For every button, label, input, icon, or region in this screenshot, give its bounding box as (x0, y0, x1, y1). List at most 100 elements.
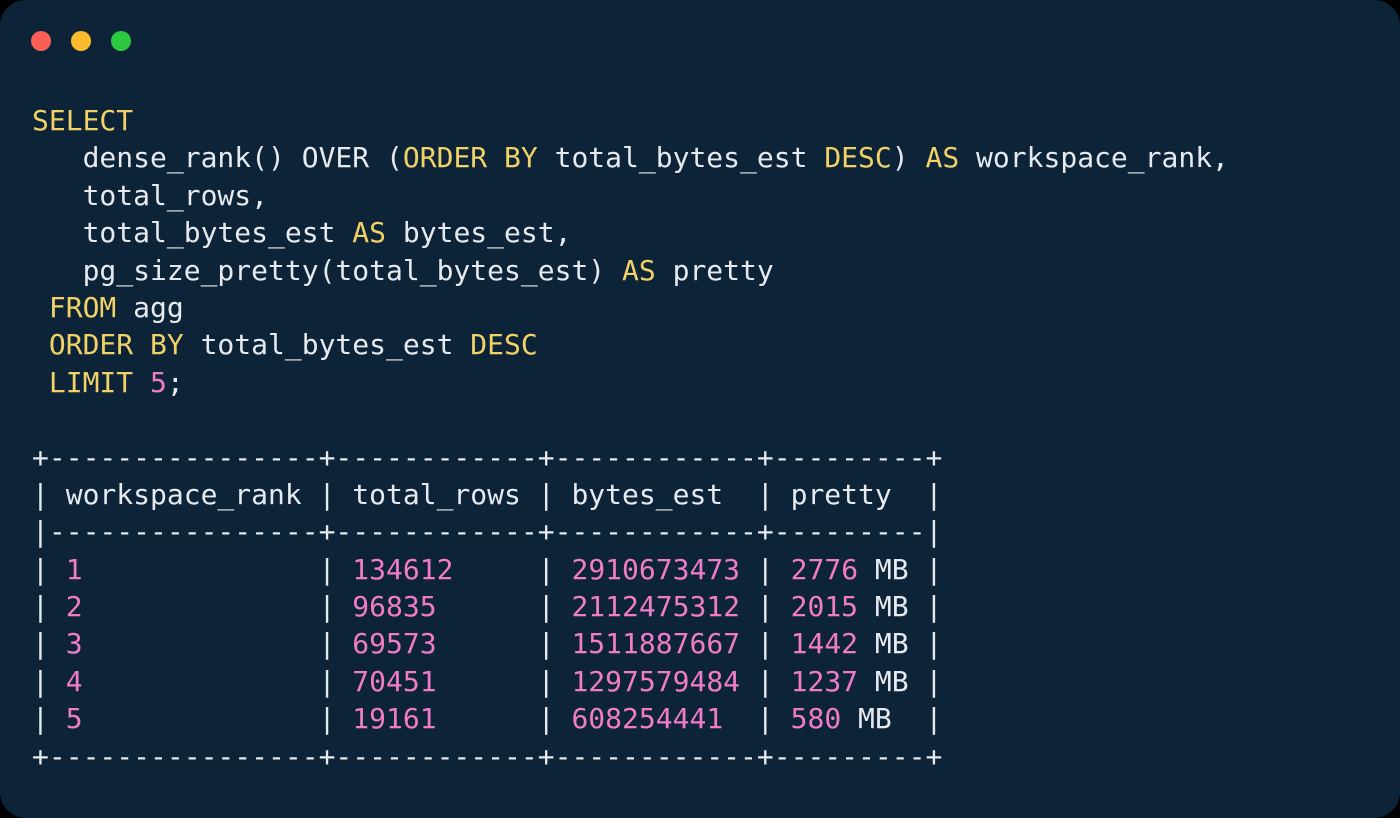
sql-line-limit: LIMIT 5; (32, 364, 1229, 401)
table-header-text: | workspace_rank | total_rows | bytes_es… (32, 478, 942, 511)
table-border-text: |----------------+------------+---------… (32, 515, 942, 548)
sql-text: dense_rank() OVER ( (32, 141, 403, 174)
table-border-text: +----------------+------------+---------… (32, 740, 942, 773)
table-top-border: +----------------+------------+---------… (32, 439, 1229, 476)
close-button[interactable] (31, 31, 51, 51)
sql-keyword: AS (622, 254, 656, 287)
table-cell-divider: | (740, 665, 791, 698)
table-cell-divider: | (740, 627, 791, 660)
sql-keyword: ORDER BY (403, 141, 538, 174)
sql-text: ) (892, 141, 926, 174)
pretty-value: 1442 (791, 627, 858, 660)
table-cell-divider: | (83, 702, 353, 735)
table-border-text: +----------------+------------+---------… (32, 441, 942, 474)
pretty-value: 1237 (791, 665, 858, 698)
sql-text: total_rows, (32, 179, 268, 212)
bytes-est-value: 1297579484 (571, 665, 740, 698)
table-separator: |----------------+------------+---------… (32, 513, 1229, 550)
bytes-est-value: 1511887667 (571, 627, 740, 660)
sql-line-select: SELECT (32, 102, 1229, 139)
sql-text (32, 328, 49, 361)
sql-line-pg-size-pretty: pg_size_pretty(total_bytes_est) AS prett… (32, 252, 1229, 289)
table-cell-divider: | (83, 665, 353, 698)
sql-text: pretty (656, 254, 774, 287)
table-cell-divider: | (32, 553, 66, 586)
zoom-button[interactable] (111, 31, 131, 51)
total-rows-value: 70451 (352, 665, 436, 698)
sql-text: pg_size_pretty(total_bytes_est) (32, 254, 622, 287)
terminal-window: SELECT dense_rank() OVER (ORDER BY total… (0, 0, 1400, 818)
sql-keyword: DESC (470, 328, 537, 361)
pretty-unit: MB | (858, 590, 942, 623)
sql-line-total-rows: total_rows, (32, 177, 1229, 214)
sql-text: agg (116, 291, 183, 324)
table-cell-divider: | (437, 627, 572, 660)
workspace-rank-value: 4 (66, 665, 83, 698)
total-rows-value: 134612 (352, 553, 453, 586)
table-cell-divider: | (437, 665, 572, 698)
table-header-row: | workspace_rank | total_rows | bytes_es… (32, 476, 1229, 513)
sql-keyword: DESC (824, 141, 891, 174)
pretty-unit: MB | (858, 665, 942, 698)
workspace-rank-value: 2 (66, 590, 83, 623)
table-cell-divider: | (723, 702, 790, 735)
sql-text: ; (167, 366, 184, 399)
sql-number: 5 (150, 366, 167, 399)
workspace-rank-value: 3 (66, 627, 83, 660)
table-row: | 5 | 19161 | 608254441 | 580 MB | (32, 700, 1229, 737)
table-cell-divider: | (32, 590, 66, 623)
total-rows-value: 69573 (352, 627, 436, 660)
sql-keyword: FROM (49, 291, 116, 324)
total-rows-value: 19161 (352, 702, 436, 735)
sql-text (133, 366, 150, 399)
table-cell-divider: | (32, 702, 66, 735)
sql-line-bytes-est: total_bytes_est AS bytes_est, (32, 214, 1229, 251)
sql-text: total_bytes_est (184, 328, 471, 361)
pretty-unit: MB | (858, 553, 942, 586)
window-controls (31, 31, 131, 51)
sql-keyword: AS (925, 141, 959, 174)
sql-text: bytes_est, (386, 216, 571, 249)
table-row: | 2 | 96835 | 2112475312 | 2015 MB | (32, 588, 1229, 625)
table-cell-divider: | (437, 590, 572, 623)
table-cell-divider: | (740, 553, 791, 586)
table-row: | 3 | 69573 | 1511887667 | 1442 MB | (32, 625, 1229, 662)
sql-line-dense-rank: dense_rank() OVER (ORDER BY total_bytes_… (32, 139, 1229, 176)
bytes-est-value: 2910673473 (571, 553, 740, 586)
table-bottom-border: +----------------+------------+---------… (32, 738, 1229, 775)
table-cell-divider: | (453, 553, 571, 586)
sql-text: total_bytes_est (538, 141, 825, 174)
sql-text: workspace_rank, (959, 141, 1229, 174)
workspace-rank-value: 5 (66, 702, 83, 735)
sql-keyword: SELECT (32, 104, 133, 137)
sql-keyword: AS (352, 216, 386, 249)
table-cell-divider: | (437, 702, 572, 735)
pretty-value: 2776 (791, 553, 858, 586)
table-cell-divider: | (32, 665, 66, 698)
total-rows-value: 96835 (352, 590, 436, 623)
sql-keyword: ORDER BY (49, 328, 184, 361)
sql-text: total_bytes_est (32, 216, 352, 249)
table-cell-divider: | (83, 590, 353, 623)
bytes-est-value: 608254441 (571, 702, 723, 735)
table-row: | 4 | 70451 | 1297579484 | 1237 MB | (32, 663, 1229, 700)
pretty-unit: MB | (841, 702, 942, 735)
table-cell-divider: | (740, 590, 791, 623)
sql-keyword: LIMIT (49, 366, 133, 399)
pretty-unit: MB | (858, 627, 942, 660)
table-cell-divider: | (83, 627, 353, 660)
minimize-button[interactable] (71, 31, 91, 51)
sql-line-order-by: ORDER BY total_bytes_est DESC (32, 326, 1229, 363)
table-cell-divider: | (32, 627, 66, 660)
workspace-rank-value: 1 (66, 553, 83, 586)
sql-text (32, 291, 49, 324)
bytes-est-value: 2112475312 (571, 590, 740, 623)
table-cell-divider: | (83, 553, 353, 586)
table-row: | 1 | 134612 | 2910673473 | 2776 MB | (32, 551, 1229, 588)
sql-text (32, 366, 49, 399)
pretty-value: 580 (791, 702, 842, 735)
terminal-content: SELECT dense_rank() OVER (ORDER BY total… (32, 102, 1229, 775)
blank-line (32, 401, 1229, 438)
pretty-value: 2015 (791, 590, 858, 623)
sql-line-from: FROM agg (32, 289, 1229, 326)
